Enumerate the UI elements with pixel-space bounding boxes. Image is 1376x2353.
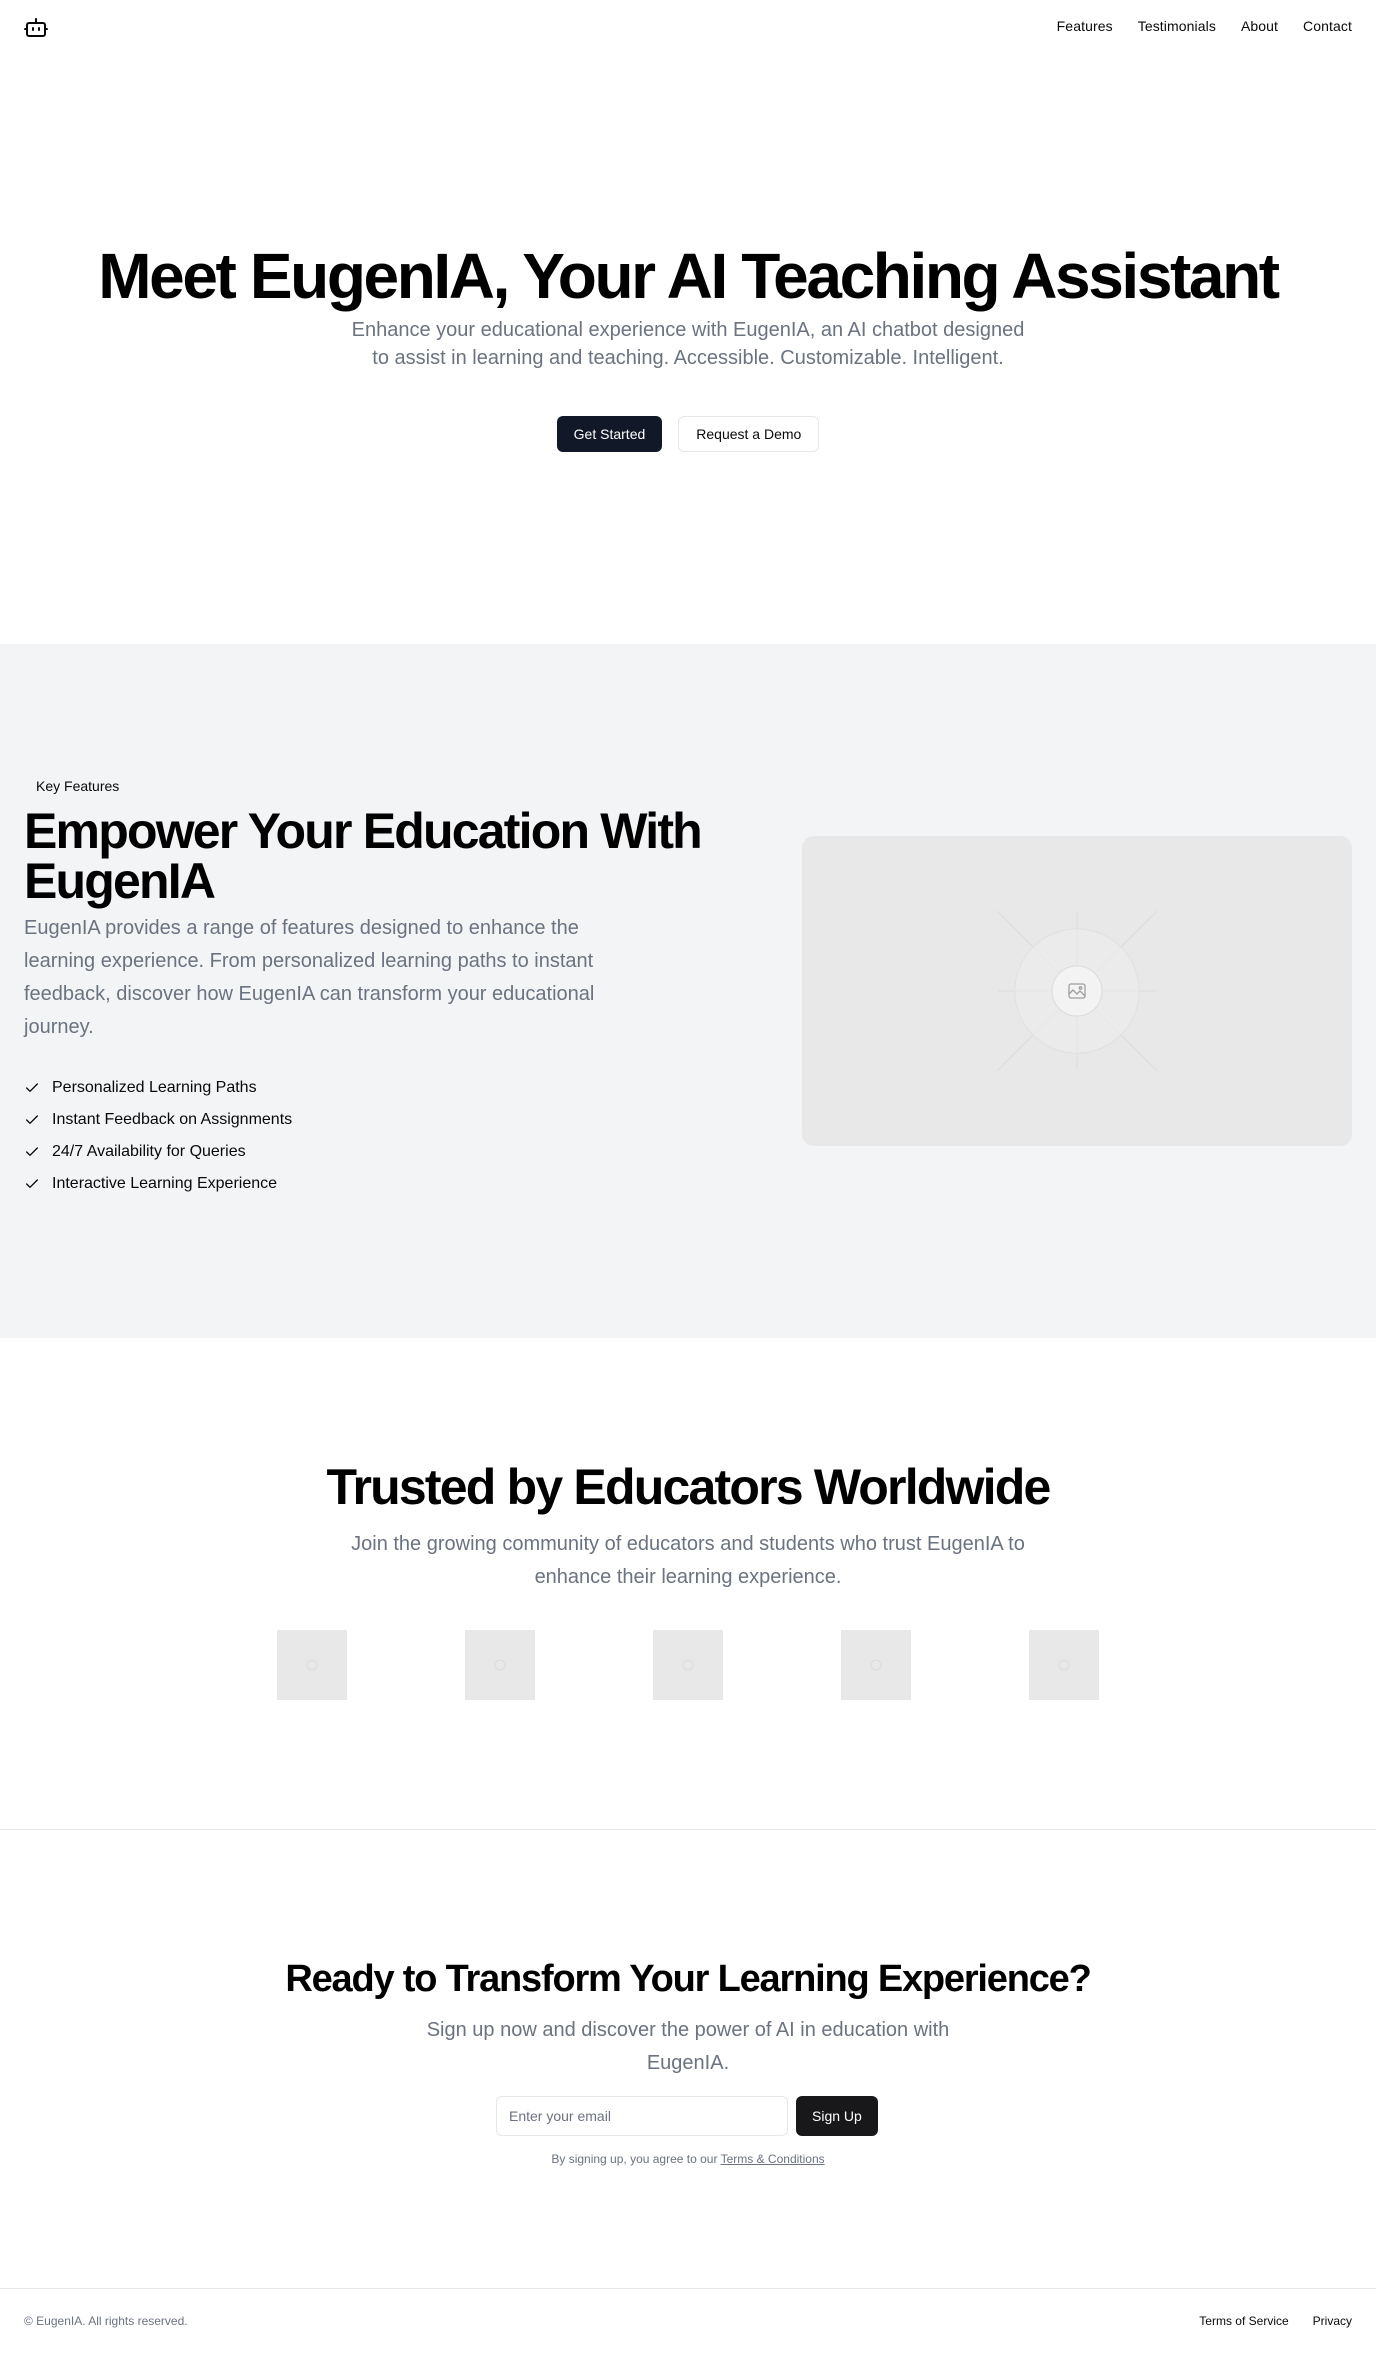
nav-link-testimonials[interactable]: Testimonials xyxy=(1138,18,1216,34)
features-section: Key Features Empower Your Education With… xyxy=(0,644,1376,1338)
cta-subtitle: Sign up now and discover the power of AI… xyxy=(426,2019,950,2074)
feature-label: Instant Feedback on Assignments xyxy=(52,1111,293,1128)
feature-image-placeholder xyxy=(802,836,1352,1146)
hero-buttons: Get Started Request a Demo xyxy=(0,416,1376,452)
logo-placeholder-icon xyxy=(277,1630,347,1700)
feature-label: Personalized Learning Paths xyxy=(52,1079,257,1096)
nav-link-about[interactable]: About xyxy=(1241,18,1278,34)
footer-link-terms[interactable]: Terms of Service xyxy=(1199,2314,1288,2328)
nav-link-features[interactable]: Features xyxy=(1057,18,1113,34)
sign-up-button[interactable]: Sign Up xyxy=(796,2096,878,2136)
hero-section: Meet EugenIA, Your AI Teaching Assistant… xyxy=(0,56,1376,644)
footer-link-privacy[interactable]: Privacy xyxy=(1313,2314,1352,2328)
cta-title: Ready to Transform Your Learning Experie… xyxy=(285,1958,1091,2000)
logo-placeholder-icon xyxy=(841,1630,911,1700)
check-icon xyxy=(26,1147,38,1156)
logo-placeholder-icon xyxy=(653,1630,723,1700)
request-demo-button[interactable]: Request a Demo xyxy=(678,416,820,452)
terms-prefix: By signing up, you agree to our xyxy=(551,2152,721,2166)
logo-placeholder-icon xyxy=(1029,1630,1099,1700)
terms-link[interactable]: Terms & Conditions xyxy=(721,2152,825,2166)
features-title: Empower Your Education With EugenIA xyxy=(24,803,703,909)
signup-section: Ready to Transform Your Learning Experie… xyxy=(0,1830,1376,2288)
site-header: Features Testimonials About Contact xyxy=(0,0,1376,56)
list-item: Personalized Learning Paths xyxy=(24,1072,292,1104)
logo-placeholder-icon xyxy=(465,1630,535,1700)
feature-label: 24/7 Availability for Queries xyxy=(52,1143,246,1160)
signup-form: Sign Up xyxy=(496,2096,878,2136)
trusted-section: Trusted by Educators Worldwide Join the … xyxy=(0,1338,1376,1830)
partner-logos xyxy=(277,1630,1099,1700)
image-placeholder-icon xyxy=(996,910,1158,1072)
check-icon xyxy=(26,1179,38,1188)
main-nav: Features Testimonials About Contact xyxy=(1057,18,1352,34)
hero-title: Meet EugenIA, Your AI Teaching Assistant xyxy=(98,240,1280,312)
features-description: EugenIA provides a range of features des… xyxy=(24,917,595,1038)
key-features-badge: Key Features xyxy=(24,774,132,798)
site-footer: © EugenIA. All rights reserved. Terms of… xyxy=(0,2288,1376,2353)
terms-note: By signing up, you agree to our Terms & … xyxy=(0,2152,1376,2166)
trusted-subtitle: Join the growing community of educators … xyxy=(351,1533,1025,1588)
check-icon xyxy=(26,1083,38,1092)
hero-subtitle: Enhance your educational experience with… xyxy=(351,319,1025,369)
feature-label: Interactive Learning Experience xyxy=(52,1175,278,1192)
list-item: Instant Feedback on Assignments xyxy=(24,1104,292,1136)
check-icon xyxy=(26,1115,38,1124)
nav-link-contact[interactable]: Contact xyxy=(1303,18,1352,34)
list-item: Interactive Learning Experience xyxy=(24,1168,292,1200)
features-list: Personalized Learning Paths Instant Feed… xyxy=(24,1072,292,1200)
list-item: 24/7 Availability for Queries xyxy=(24,1136,292,1168)
trusted-title: Trusted by Educators Worldwide xyxy=(326,1459,1052,1515)
footer-nav: Terms of Service Privacy xyxy=(1199,2314,1352,2328)
email-field[interactable] xyxy=(496,2096,788,2136)
bot-icon[interactable] xyxy=(24,17,48,39)
copyright-text: © EugenIA. All rights reserved. xyxy=(24,2314,188,2328)
get-started-button[interactable]: Get Started xyxy=(556,416,663,452)
